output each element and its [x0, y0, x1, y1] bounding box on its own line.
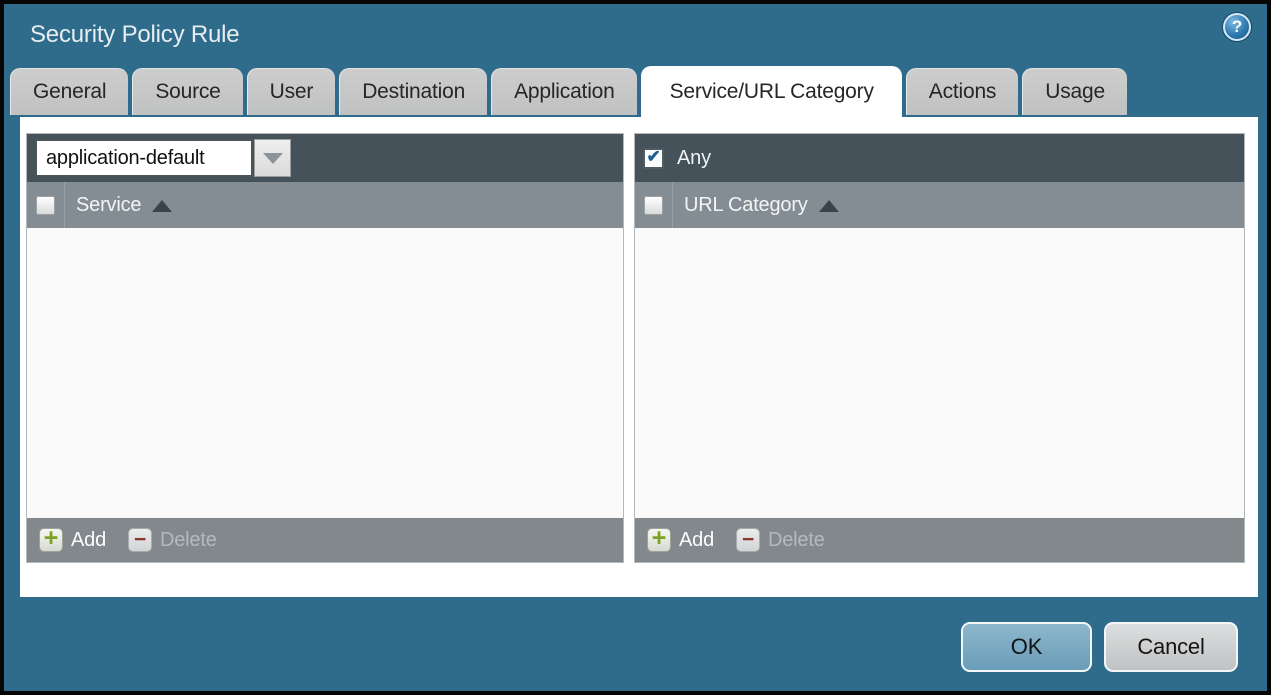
url-category-select-all-cell: [635, 182, 673, 228]
service-list: [27, 228, 623, 518]
tab-general[interactable]: General: [10, 68, 129, 115]
service-delete-label: Delete: [160, 528, 217, 551]
service-add-button[interactable]: Add: [39, 528, 106, 552]
service-type-value[interactable]: application-default: [35, 139, 253, 177]
service-select-all-cell: [27, 182, 65, 228]
service-delete-button[interactable]: Delete: [128, 528, 217, 552]
service-add-label: Add: [71, 528, 106, 551]
url-category-column-label-wrap: URL Category: [673, 182, 839, 228]
service-panel: application-default Service + Add − Dele…: [26, 133, 624, 563]
service-type-dropdown[interactable]: application-default: [35, 139, 291, 177]
url-category-any-checkbox[interactable]: [643, 147, 664, 169]
url-category-any-label: Any: [677, 146, 711, 169]
tab-destination[interactable]: Destination: [339, 68, 488, 115]
sort-ascending-icon: [818, 200, 839, 212]
minus-icon: [128, 528, 152, 552]
service-toolbar: Add Delete: [27, 518, 623, 562]
service-select-all-checkbox[interactable]: [36, 195, 55, 215]
url-category-add-button[interactable]: Add: [647, 528, 714, 552]
url-category-panel: Any URL Category Add Delete: [634, 133, 1245, 563]
minus-icon: [736, 528, 760, 552]
plus-icon: [647, 528, 671, 552]
url-category-list: [635, 228, 1244, 518]
plus-icon: [39, 528, 63, 552]
url-category-add-label: Add: [679, 528, 714, 551]
tab-usage[interactable]: Usage: [1022, 68, 1127, 115]
service-type-bar: application-default: [27, 134, 623, 182]
url-category-column-label: URL Category: [684, 193, 808, 216]
cancel-button[interactable]: Cancel: [1104, 622, 1238, 672]
security-policy-rule-dialog: Security Policy Rule General Source User…: [0, 0, 1271, 695]
tab-application[interactable]: Application: [491, 68, 637, 115]
title-bar: Security Policy Rule: [4, 4, 1267, 66]
service-column-header[interactable]: Service: [27, 182, 623, 228]
tab-bar: General Source User Destination Applicat…: [4, 66, 1267, 117]
sort-ascending-icon: [152, 200, 173, 212]
dialog-title: Security Policy Rule: [30, 21, 240, 48]
url-category-column-header[interactable]: URL Category: [635, 182, 1244, 228]
help-icon[interactable]: [1223, 13, 1251, 41]
url-category-any-bar: Any: [635, 134, 1244, 182]
chevron-down-icon: [262, 152, 283, 164]
tab-user[interactable]: User: [246, 68, 336, 115]
service-type-dropdown-button[interactable]: [254, 139, 291, 177]
tab-source[interactable]: Source: [132, 68, 243, 115]
tab-content-service-url-category: application-default Service + Add − Dele…: [20, 117, 1258, 597]
url-category-delete-button[interactable]: Delete: [736, 528, 825, 552]
ok-button[interactable]: OK: [961, 622, 1092, 672]
service-column-label: Service: [76, 193, 142, 216]
tab-service-url-category[interactable]: Service/URL Category: [640, 66, 902, 117]
service-column-label-wrap: Service: [65, 182, 173, 228]
tab-actions[interactable]: Actions: [905, 68, 1019, 115]
url-category-delete-label: Delete: [768, 528, 825, 551]
url-category-select-all-checkbox[interactable]: [644, 195, 663, 215]
url-category-toolbar: Add Delete: [635, 518, 1244, 562]
